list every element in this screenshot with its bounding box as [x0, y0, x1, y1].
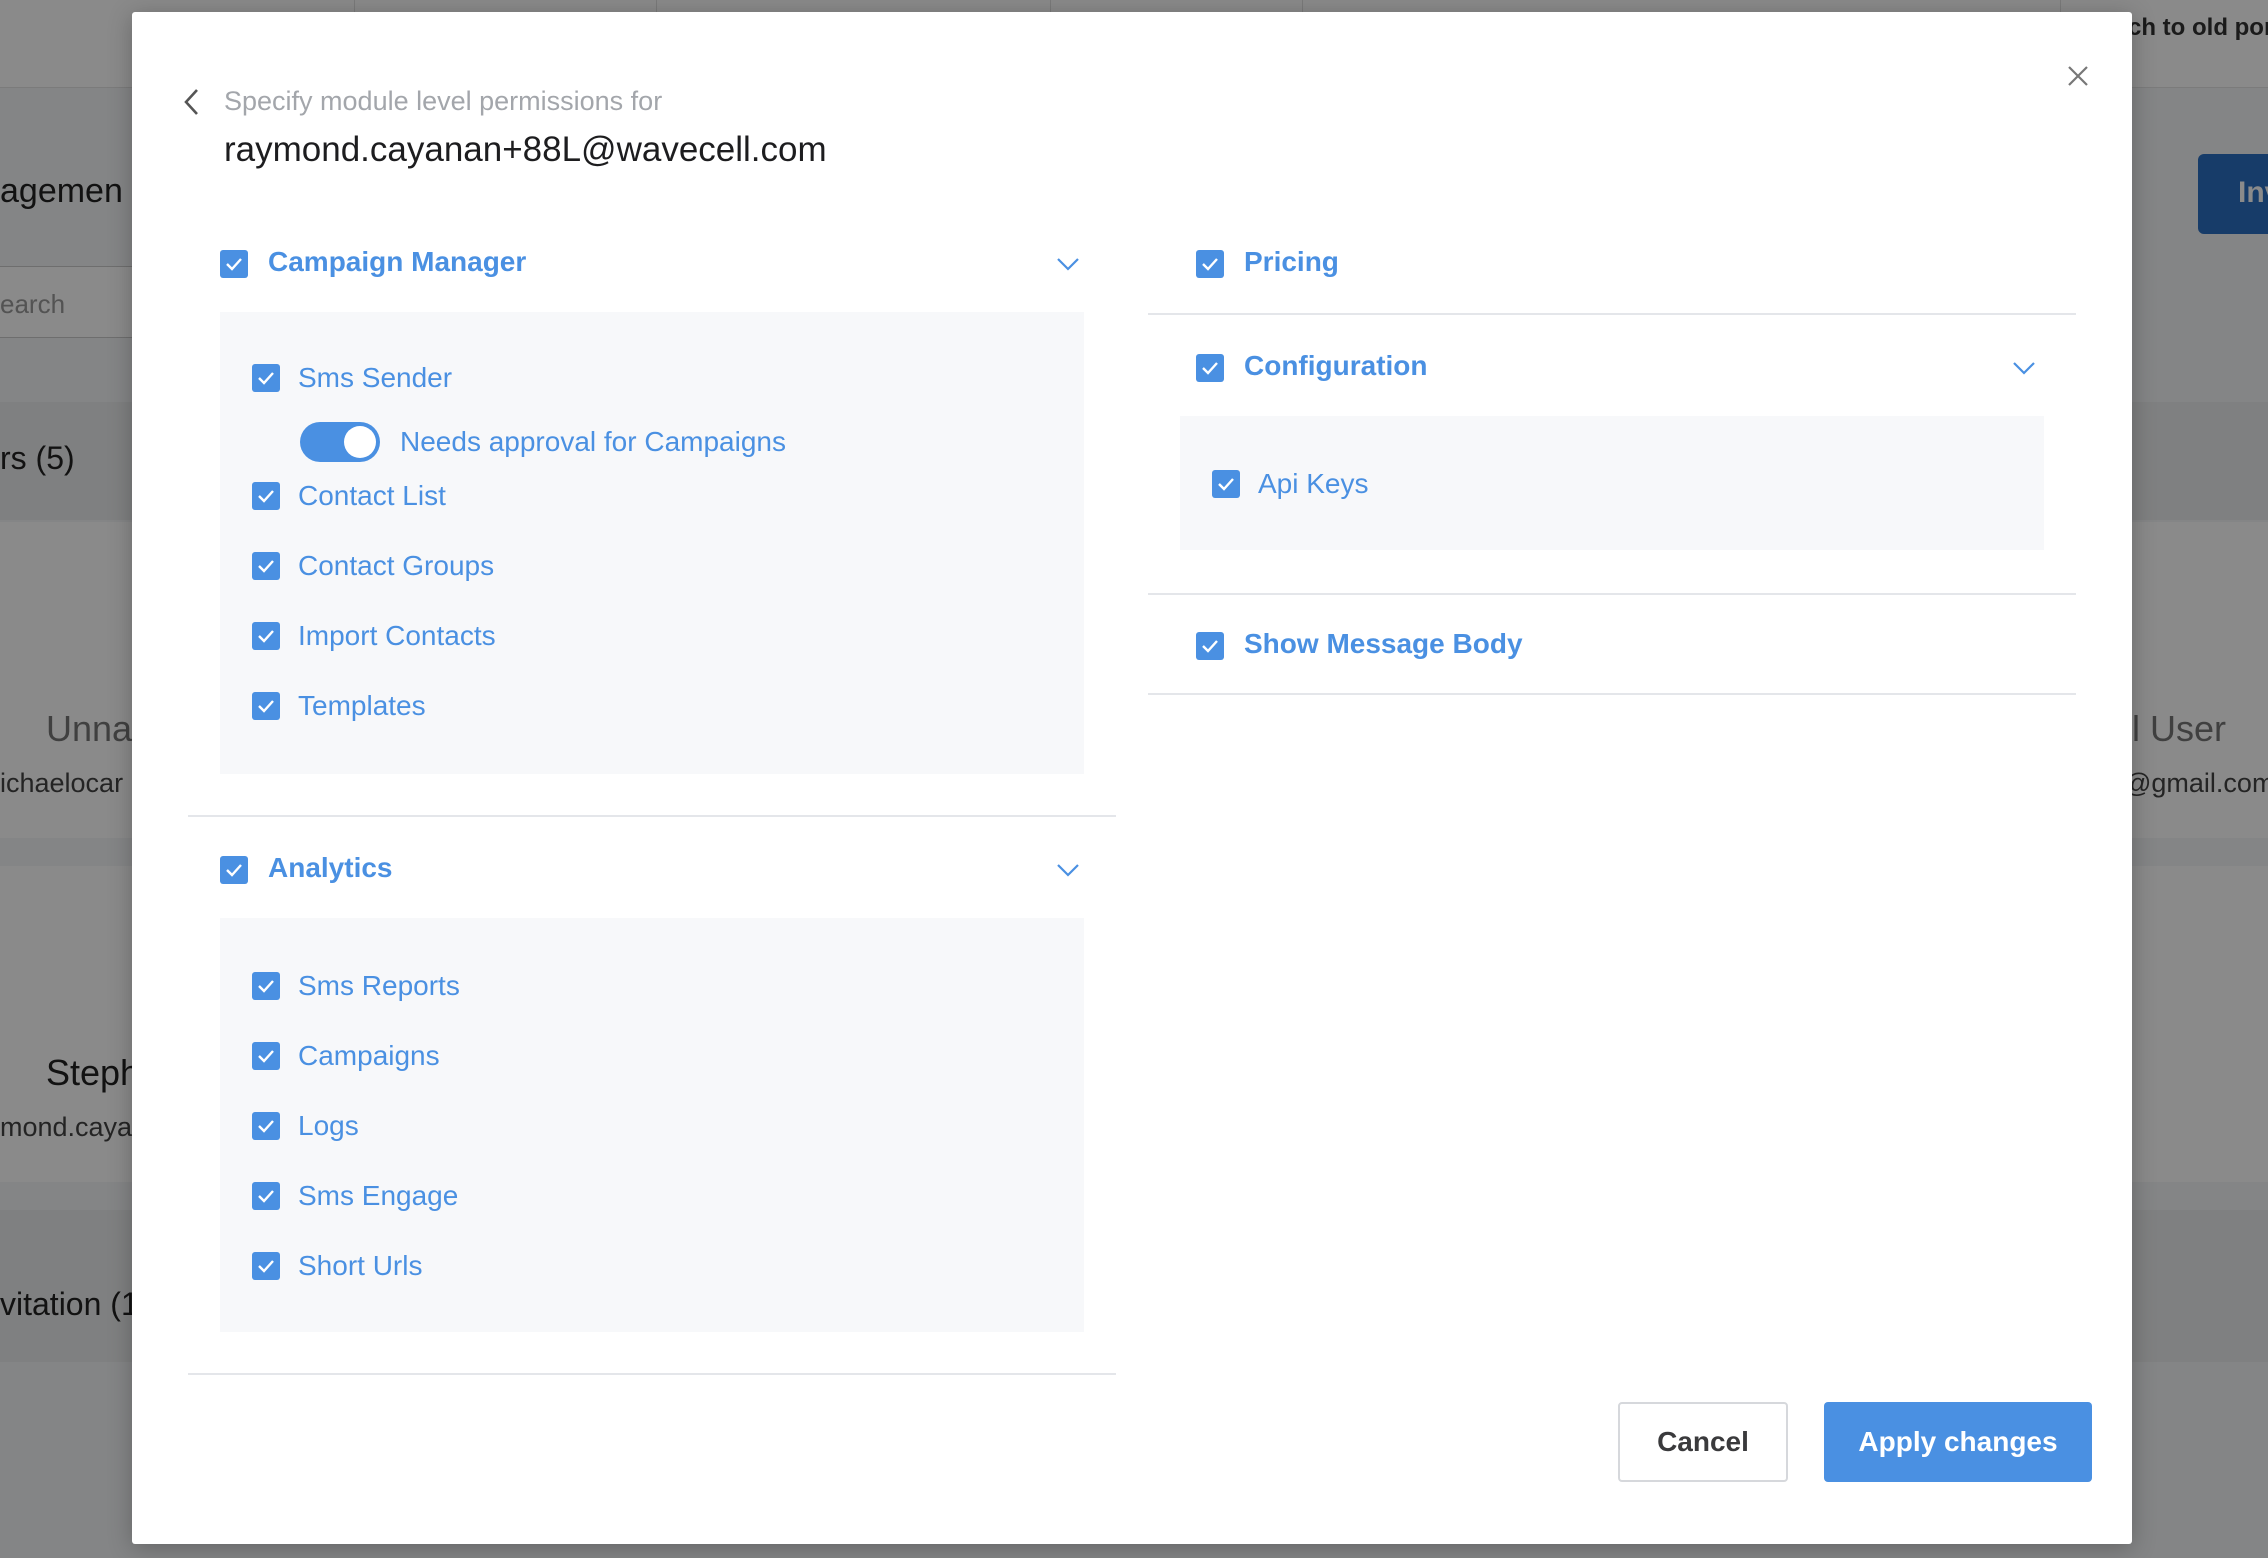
permission-checkbox[interactable]: [252, 972, 280, 1000]
check-icon: [258, 1190, 274, 1203]
check-icon: [258, 560, 274, 573]
check-icon: [258, 372, 274, 385]
campaign-manager-expand[interactable]: [1054, 250, 1082, 278]
chevron-down-icon: [1057, 258, 1079, 271]
permission-item[interactable]: Sms Sender: [252, 358, 952, 398]
check-icon: [258, 630, 274, 643]
back-button[interactable]: [172, 76, 212, 128]
needs-approval-label: Needs approval for Campaigns: [400, 426, 786, 457]
permission-label: Sms Sender: [298, 362, 453, 393]
configuration-expand[interactable]: [2010, 354, 2038, 382]
check-icon: [258, 1050, 274, 1063]
configuration-title[interactable]: Configuration: [1244, 350, 1428, 382]
permission-label: Templates: [298, 690, 426, 721]
analytics-panel: Sms Reports Campaigns Logs Sms Engage Sh…: [220, 918, 1084, 1332]
permissions-modal: Specify module level permissions for ray…: [132, 12, 2132, 1544]
apply-changes-button[interactable]: Apply changes: [1824, 1402, 2092, 1482]
permission-label: Import Contacts: [298, 620, 496, 651]
show-message-body-section: Show Message Body: [1148, 604, 2076, 698]
permission-checkbox[interactable]: [1212, 470, 1240, 498]
user-email-heading: raymond.cayanan+88L@wavecell.com: [224, 130, 827, 169]
permission-item[interactable]: Api Keys: [1212, 464, 1912, 504]
permission-item[interactable]: Short Urls: [252, 1246, 952, 1286]
modal-subtitle: Specify module level permissions for: [224, 86, 663, 116]
campaign-manager-panel: Sms Sender Needs approval for Campaigns …: [220, 312, 1084, 774]
permission-checkbox[interactable]: [252, 1182, 280, 1210]
section-divider: [1148, 313, 2076, 315]
analytics-checkbox[interactable]: [220, 856, 248, 884]
permission-item[interactable]: Import Contacts: [252, 616, 952, 656]
permission-label: Short Urls: [298, 1250, 423, 1281]
cancel-button[interactable]: Cancel: [1618, 1402, 1788, 1482]
permission-checkbox[interactable]: [252, 552, 280, 580]
permission-checkbox[interactable]: [252, 622, 280, 650]
check-icon: [1202, 258, 1218, 271]
permission-item[interactable]: Contact Groups: [252, 546, 952, 586]
show-message-body-title[interactable]: Show Message Body: [1244, 628, 1523, 660]
check-icon: [258, 1260, 274, 1273]
permission-label: Sms Engage: [298, 1180, 459, 1211]
close-icon: [2068, 66, 2088, 86]
permission-checkbox[interactable]: [252, 1112, 280, 1140]
campaign-manager-section: Campaign Manager Sms Sender Needs approv…: [172, 222, 1116, 818]
analytics-section: Analytics Sms Reports Campaigns Logs Sms…: [172, 828, 1116, 1376]
show-message-body-checkbox[interactable]: [1196, 632, 1224, 660]
section-divider: [1148, 693, 2076, 695]
pricing-section: Pricing: [1148, 222, 2076, 316]
permission-label: Campaigns: [298, 1040, 440, 1071]
permission-item[interactable]: Contact List: [252, 476, 952, 516]
configuration-panel: Api Keys: [1180, 416, 2044, 550]
chevron-left-icon: [184, 89, 198, 115]
permission-label: Api Keys: [1258, 468, 1369, 499]
pricing-checkbox[interactable]: [1196, 250, 1224, 278]
check-icon: [226, 864, 242, 877]
permission-item[interactable]: Sms Reports: [252, 966, 952, 1006]
permission-item[interactable]: Logs: [252, 1106, 952, 1146]
permission-item[interactable]: Sms Engage: [252, 1176, 952, 1216]
check-icon: [258, 980, 274, 993]
permission-checkbox[interactable]: [252, 482, 280, 510]
chevron-down-icon: [1057, 864, 1079, 877]
chevron-down-icon: [2013, 362, 2035, 375]
campaign-manager-checkbox[interactable]: [220, 250, 248, 278]
close-button[interactable]: [2056, 54, 2100, 98]
permission-item[interactable]: Campaigns: [252, 1036, 952, 1076]
configuration-section: Configuration Api Keys: [1148, 326, 2076, 596]
permission-checkbox[interactable]: [252, 1042, 280, 1070]
needs-approval-toggle[interactable]: [300, 422, 380, 462]
check-icon: [258, 490, 274, 503]
check-icon: [1202, 640, 1218, 653]
check-icon: [1218, 478, 1234, 491]
analytics-expand[interactable]: [1054, 856, 1082, 884]
configuration-checkbox[interactable]: [1196, 354, 1224, 382]
section-divider: [188, 1373, 1116, 1375]
check-icon: [258, 1120, 274, 1133]
section-divider: [188, 815, 1116, 817]
section-divider: [1148, 593, 2076, 595]
permission-label: Contact List: [298, 480, 446, 511]
campaign-manager-title[interactable]: Campaign Manager: [268, 246, 526, 278]
check-icon: [226, 258, 242, 271]
permission-checkbox[interactable]: [252, 692, 280, 720]
analytics-title[interactable]: Analytics: [268, 852, 393, 884]
permission-label: Logs: [298, 1110, 359, 1141]
permission-item[interactable]: Templates: [252, 686, 952, 726]
permission-checkbox[interactable]: [252, 364, 280, 392]
pricing-title[interactable]: Pricing: [1244, 246, 1339, 278]
permission-checkbox[interactable]: [252, 1252, 280, 1280]
permission-label: Sms Reports: [298, 970, 460, 1001]
toggle-knob: [344, 426, 376, 458]
check-icon: [1202, 362, 1218, 375]
permission-label: Contact Groups: [298, 550, 495, 581]
check-icon: [258, 700, 274, 713]
